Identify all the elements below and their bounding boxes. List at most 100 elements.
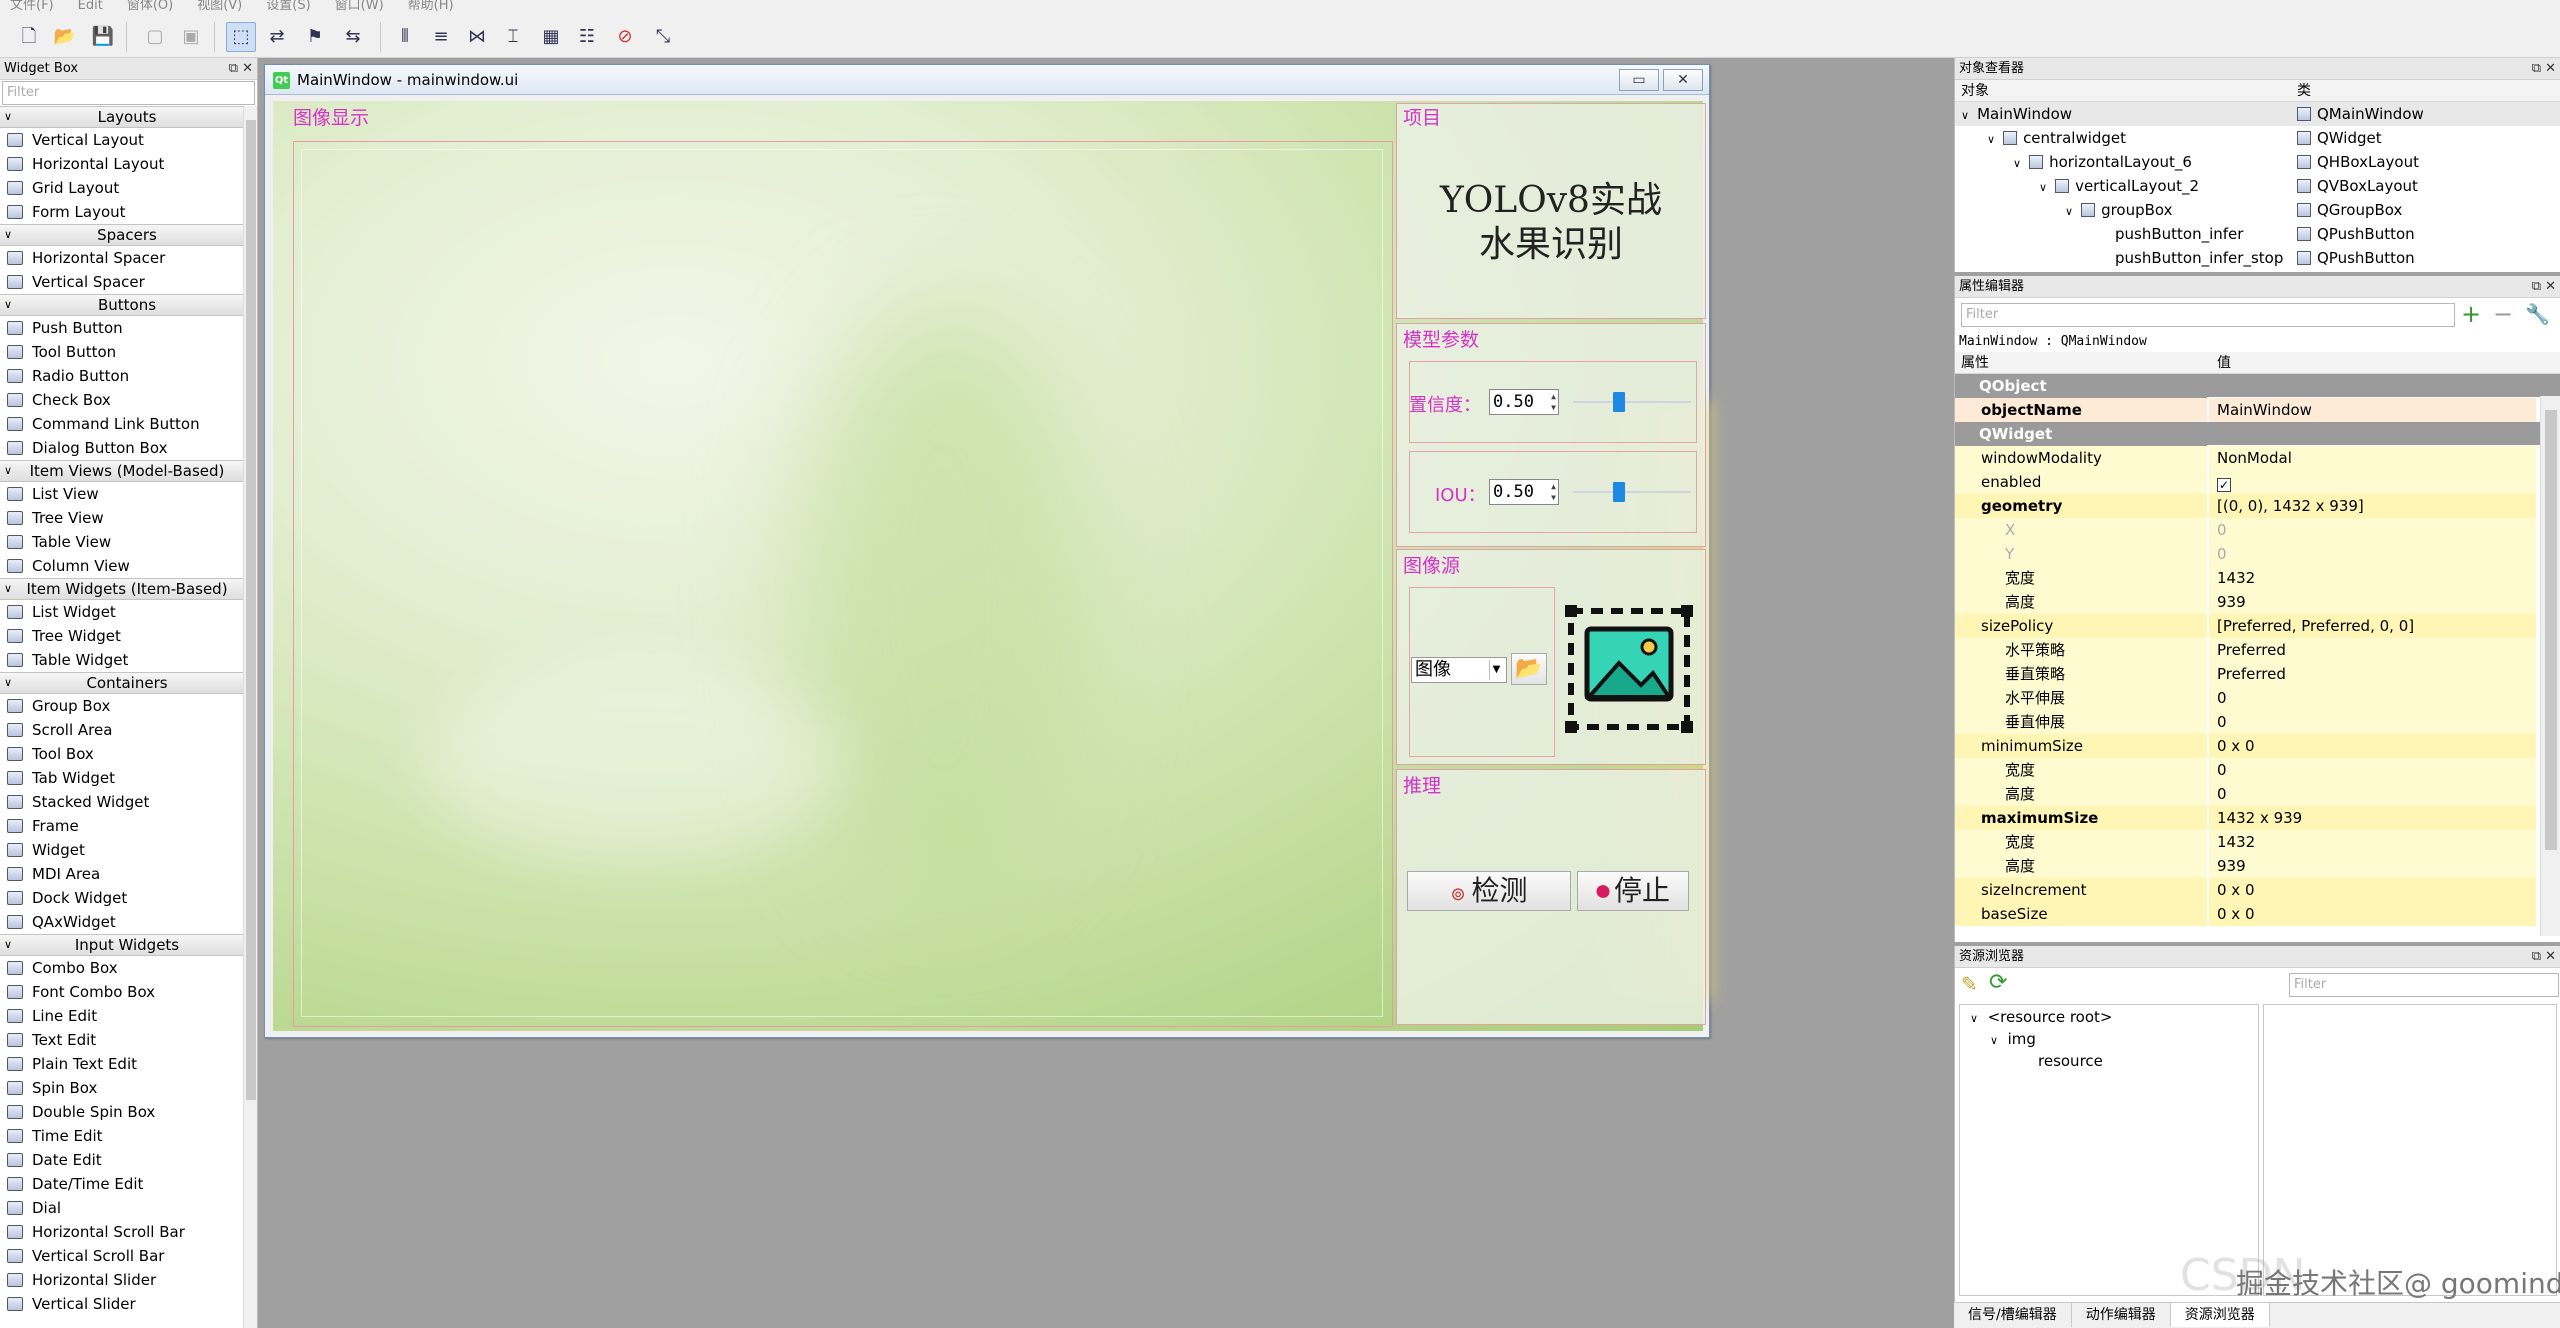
edit-tab-order-icon[interactable]: ⇆ <box>338 22 368 52</box>
object-tree-row[interactable]: ∨ horizontalLayout_6 QHBoxLayout <box>1955 150 2560 174</box>
property-row[interactable]: ∨sizePolicy[Preferred, Preferred, 0, 0] <box>1955 614 2560 638</box>
menu-item[interactable]: 帮助(H) <box>408 0 454 12</box>
menu-item[interactable]: 设置(S) <box>266 0 310 12</box>
object-tree-row[interactable]: ∨ verticalLayout_2 QVBoxLayout <box>1955 174 2560 198</box>
new-file-icon[interactable]: 🗋 <box>14 22 44 52</box>
widget-item[interactable]: Vertical Scroll Bar <box>0 1244 254 1268</box>
widget-item[interactable]: Group Box <box>0 694 254 718</box>
edit-resources-icon[interactable]: ✎ <box>1961 972 1978 996</box>
open-folder-icon[interactable]: 📂 <box>50 22 80 52</box>
dock-float-close-icon[interactable]: ⧉ ✕ <box>2532 58 2556 80</box>
widget-item[interactable]: Widget <box>0 838 254 862</box>
property-row[interactable]: ›sizeIncrement0 x 0 <box>1955 878 2560 902</box>
layout-form-icon[interactable]: ☷ <box>572 22 602 52</box>
resource-root-item[interactable]: ∨ <resource root> <box>1960 1005 2258 1029</box>
property-row[interactable]: X0 <box>1955 518 2560 542</box>
widget-item[interactable]: QAxWidget <box>0 910 254 934</box>
widget-item[interactable]: Line Edit <box>0 1004 254 1028</box>
widget-item[interactable]: Horizontal Spacer <box>0 246 254 270</box>
image-source-combo[interactable]: 图像 ▼ <box>1411 657 1507 683</box>
widget-item[interactable]: Tree Widget <box>0 624 254 648</box>
object-tree-row[interactable]: ∨ centralwidget QWidget <box>1955 126 2560 150</box>
layout-h-splitter-icon[interactable]: ⋈ <box>462 22 492 52</box>
object-tree-row[interactable]: pushButton_infer QPushButton <box>1955 222 2560 246</box>
widget-item[interactable]: Horizontal Layout <box>0 152 254 176</box>
property-row[interactable]: Y0 <box>1955 542 2560 566</box>
property-row[interactable]: ∨QWidget <box>1955 422 2560 446</box>
widget-item[interactable]: Dial <box>0 1196 254 1220</box>
widget-item[interactable]: Combo Box <box>0 956 254 980</box>
minimize-button[interactable]: ▭ <box>1619 69 1659 91</box>
edit-buddies-icon[interactable]: ⚑ <box>300 22 330 52</box>
widget-item[interactable]: Tool Button <box>0 340 254 364</box>
widget-item[interactable]: List Widget <box>0 600 254 624</box>
widget-category[interactable]: ∨ Item Widgets (Item-Based) <box>0 578 254 600</box>
bottom-tab[interactable]: 信号/槽编辑器 <box>1954 1303 2072 1327</box>
confidence-spinbox[interactable]: 0.50 ▲ ▼ <box>1489 389 1559 415</box>
widget-item[interactable]: Spin Box <box>0 1076 254 1100</box>
widget-item[interactable]: Time Edit <box>0 1124 254 1148</box>
property-row[interactable]: ∨maximumSize1432 x 939 <box>1955 806 2560 830</box>
resource-filter-input[interactable]: Filter <box>2289 973 2559 997</box>
property-scrollbar[interactable] <box>2540 396 2560 936</box>
configure-icon[interactable]: 🔧 <box>2525 302 2550 326</box>
edit-signals-icon[interactable]: ⇄ <box>262 22 292 52</box>
widget-category[interactable]: ∨ Spacers <box>0 224 254 246</box>
layout-horizontal-icon[interactable]: ⦀ <box>390 22 420 52</box>
widget-item[interactable]: Dialog Button Box <box>0 436 254 460</box>
widget-item[interactable]: Horizontal Slider <box>0 1268 254 1292</box>
property-row[interactable]: 宽度 1432 <box>1955 830 2560 854</box>
property-row[interactable]: ∨QObject <box>1955 374 2560 398</box>
widget-item[interactable]: Plain Text Edit <box>0 1052 254 1076</box>
widget-category[interactable]: ∨ Input Widgets <box>0 934 254 956</box>
property-row[interactable]: ›baseSize0 x 0 <box>1955 902 2560 926</box>
property-row[interactable]: 垂直伸展 0 <box>1955 710 2560 734</box>
widget-item[interactable]: Table Widget <box>0 648 254 672</box>
property-row[interactable]: objectName MainWindow <box>1955 398 2560 422</box>
widget-category[interactable]: ∨ Item Views (Model-Based) <box>0 460 254 482</box>
resource-item[interactable]: resource <box>1960 1049 2258 1073</box>
widget-item[interactable]: Vertical Layout <box>0 128 254 152</box>
widget-item[interactable]: Date/Time Edit <box>0 1172 254 1196</box>
reload-icon[interactable]: ⟳ <box>1989 970 2007 995</box>
widget-item[interactable]: List View <box>0 482 254 506</box>
detect-button[interactable]: ⊚ 检测 <box>1407 871 1571 911</box>
iou-spinbox[interactable]: 0.50 ▲ ▼ <box>1489 479 1559 505</box>
widget-list-scrollbar[interactable] <box>243 106 257 1328</box>
property-row[interactable]: 垂直策略 Preferred <box>1955 662 2560 686</box>
property-filter-input[interactable]: Filter <box>1961 303 2455 327</box>
property-row[interactable]: 高度 939 <box>1955 854 2560 878</box>
bottom-tab[interactable]: 资源浏览器 <box>2170 1303 2270 1327</box>
layout-vertical-icon[interactable]: ≡ <box>426 22 456 52</box>
add-property-icon[interactable]: + <box>2461 300 2481 328</box>
send-to-back-icon[interactable]: ▢ <box>140 22 170 52</box>
widget-item[interactable]: Form Layout <box>0 200 254 224</box>
confidence-slider[interactable] <box>1613 392 1625 412</box>
widget-item[interactable]: Vertical Spacer <box>0 270 254 294</box>
save-icon[interactable]: 💾 <box>88 22 118 52</box>
stop-button[interactable]: ⏺ 停止 <box>1577 871 1689 911</box>
remove-property-icon[interactable]: − <box>2493 300 2513 328</box>
adjust-size-icon[interactable]: ⤡ <box>648 22 678 52</box>
widget-item[interactable]: Stacked Widget <box>0 790 254 814</box>
widget-filter-input[interactable]: Filter <box>2 81 255 105</box>
widget-item[interactable]: Table View <box>0 530 254 554</box>
property-row[interactable]: ∨minimumSize0 x 0 <box>1955 734 2560 758</box>
object-tree-row[interactable]: pushButton_infer_stop QPushButton <box>1955 246 2560 270</box>
widget-item[interactable]: Tool Box <box>0 742 254 766</box>
enabled-checkbox[interactable]: ✓ <box>2217 478 2231 492</box>
widget-category[interactable]: ∨ Layouts <box>0 106 254 128</box>
bottom-tab[interactable]: 动作编辑器 <box>2072 1303 2171 1327</box>
widget-item[interactable]: Tab Widget <box>0 766 254 790</box>
open-folder-button[interactable]: 📂 <box>1511 653 1547 685</box>
dock-float-close-icon[interactable]: ⧉ ✕ <box>229 58 253 80</box>
property-row[interactable]: ∨geometry[(0, 0), 1432 x 939] <box>1955 494 2560 518</box>
layout-grid-icon[interactable]: ▦ <box>536 22 566 52</box>
break-layout-icon[interactable]: ⊘ <box>610 22 640 52</box>
property-row[interactable]: enabled ✓ <box>1955 470 2560 494</box>
widget-item[interactable]: Frame <box>0 814 254 838</box>
widget-item[interactable]: Double Spin Box <box>0 1100 254 1124</box>
menu-item[interactable]: 窗体(O) <box>127 0 173 12</box>
widget-item[interactable]: Radio Button <box>0 364 254 388</box>
widget-item[interactable]: Tree View <box>0 506 254 530</box>
